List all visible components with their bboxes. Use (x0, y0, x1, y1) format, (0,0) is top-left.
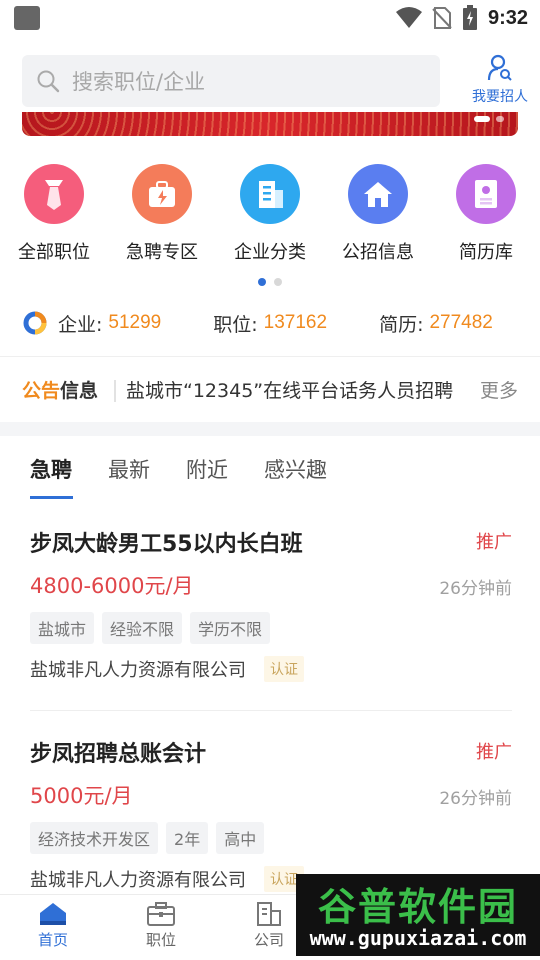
promo-badge: 推广 (476, 742, 512, 763)
category-grid: 全部职位 急聘专区 企业分类 公招信息 简历库 (0, 164, 540, 274)
category-public-recruit[interactable]: 公招信息 (328, 164, 428, 264)
pie-chart-icon (23, 311, 47, 335)
notice-more-link[interactable]: 更多 (480, 376, 518, 403)
tab-active-indicator (30, 496, 73, 499)
job-tabs: 急聘 最新 附近 感兴趣 (0, 436, 540, 502)
job-tag: 经济技术开发区 (30, 822, 159, 854)
job-card[interactable]: 步凤大龄男工55以内长白班 推广 4800-6000元/月 26分钟前 盐城市 … (30, 526, 512, 716)
page-dot-active (258, 278, 266, 286)
job-time: 26分钟前 (439, 579, 512, 599)
search-input[interactable]: 搜索职位/企业 (22, 55, 440, 107)
urgent-bag-icon (132, 164, 192, 224)
wifi-icon (395, 7, 422, 28)
category-label: 全部职位 (18, 242, 90, 263)
company-name: 盐城非凡人力资源有限公司 (30, 870, 246, 891)
job-tag: 盐城市 (30, 612, 95, 644)
watermark-url: www.gupuxiazai.com (309, 926, 527, 950)
search-placeholder: 搜索职位/企业 (72, 70, 206, 94)
job-salary: 5000元/月 (30, 784, 133, 808)
header: 搜索职位/企业 我要招人 (0, 50, 540, 112)
watermark-title: 谷普软件园 (317, 885, 518, 929)
home-icon (40, 903, 66, 925)
status-icons: 9:32 (395, 4, 528, 32)
category-label: 公招信息 (342, 242, 414, 263)
nav-companies[interactable]: 公司 (234, 901, 304, 950)
category-companies[interactable]: 企业分类 (220, 164, 320, 264)
job-time: 26分钟前 (439, 789, 512, 809)
job-title: 步凤招聘总账会计 (30, 742, 207, 767)
job-tags: 盐城市 经验不限 学历不限 (30, 612, 271, 644)
recruit-button[interactable]: 我要招人 (470, 54, 530, 112)
promo-badge: 推广 (476, 532, 512, 553)
resume-count: 277482 (429, 312, 493, 333)
banner-dot-active (474, 116, 490, 122)
nav-label: 职位 (145, 931, 176, 949)
watermark-logo: 谷普软件园 www.gupuxiazai.com (296, 874, 540, 956)
notice-separator (114, 380, 116, 402)
tab-latest[interactable]: 最新 (108, 454, 150, 484)
banner-pattern (22, 112, 518, 136)
category-label: 企业分类 (234, 242, 306, 263)
job-tag: 学历不限 (190, 612, 271, 644)
category-page-indicator (258, 278, 282, 286)
status-time: 9:32 (487, 6, 528, 29)
notice-text[interactable]: 盐城市“12345”在线平台话务人员招聘 (126, 376, 460, 403)
banner-carousel[interactable] (22, 112, 518, 136)
resume-count-label: 简历: (379, 313, 424, 336)
verified-badge: 认证 (264, 656, 304, 682)
category-label: 急聘专区 (126, 242, 198, 263)
tab-nearby[interactable]: 附近 (186, 454, 228, 484)
recruit-label: 我要招人 (472, 89, 528, 105)
company-name: 盐城非凡人力资源有限公司 (30, 660, 246, 681)
building-icon (257, 902, 281, 926)
battery-icon (462, 5, 477, 30)
status-bar: 9:32 (0, 0, 540, 36)
notice-logo-part-b: 信息 (60, 380, 99, 402)
divider (0, 356, 540, 357)
building-icon (240, 164, 300, 224)
notice-bar[interactable]: 公告信息 盐城市“12345”在线平台话务人员招聘 更多 (0, 372, 540, 408)
company-count-label: 企业: (58, 313, 103, 336)
banner-dot (496, 116, 504, 122)
section-divider (0, 422, 540, 436)
job-tags: 经济技术开发区 2年 高中 (30, 822, 265, 854)
banner-indicator (474, 116, 504, 122)
category-urgent[interactable]: 急聘专区 (112, 164, 212, 264)
resume-icon (456, 164, 516, 224)
page-dot (274, 278, 282, 286)
job-tag: 经验不限 (102, 612, 183, 644)
stats-bar: 企业: 51299 职位: 137162 简历: 277482 (0, 306, 540, 340)
no-sim-icon (432, 7, 452, 29)
app-notification-icon (14, 6, 40, 30)
notice-logo-part-a: 公告 (22, 380, 61, 402)
position-count-label: 职位: (213, 313, 258, 336)
home-icon (348, 164, 408, 224)
job-divider (30, 710, 512, 711)
nav-label: 首页 (37, 931, 68, 949)
briefcase-icon (147, 902, 175, 926)
tab-interested[interactable]: 感兴趣 (264, 454, 327, 484)
category-resumes[interactable]: 简历库 (436, 164, 536, 264)
job-tag: 2年 (166, 822, 209, 854)
search-icon (37, 70, 60, 93)
job-salary: 4800-6000元/月 (30, 574, 194, 598)
company-count: 51299 (108, 312, 162, 333)
nav-label: 公司 (253, 931, 284, 949)
category-all-jobs[interactable]: 全部职位 (4, 164, 104, 264)
position-count: 137162 (263, 312, 328, 333)
tie-icon (24, 164, 84, 224)
nav-home[interactable]: 首页 (18, 901, 88, 950)
job-title: 步凤大龄男工55以内长白班 (30, 532, 303, 557)
tab-urgent[interactable]: 急聘 (30, 454, 72, 484)
person-search-icon (487, 54, 512, 81)
nav-positions[interactable]: 职位 (126, 901, 196, 950)
notice-logo: 公告信息 (22, 376, 98, 403)
job-tag: 高中 (216, 822, 265, 854)
category-label: 简历库 (459, 242, 513, 263)
